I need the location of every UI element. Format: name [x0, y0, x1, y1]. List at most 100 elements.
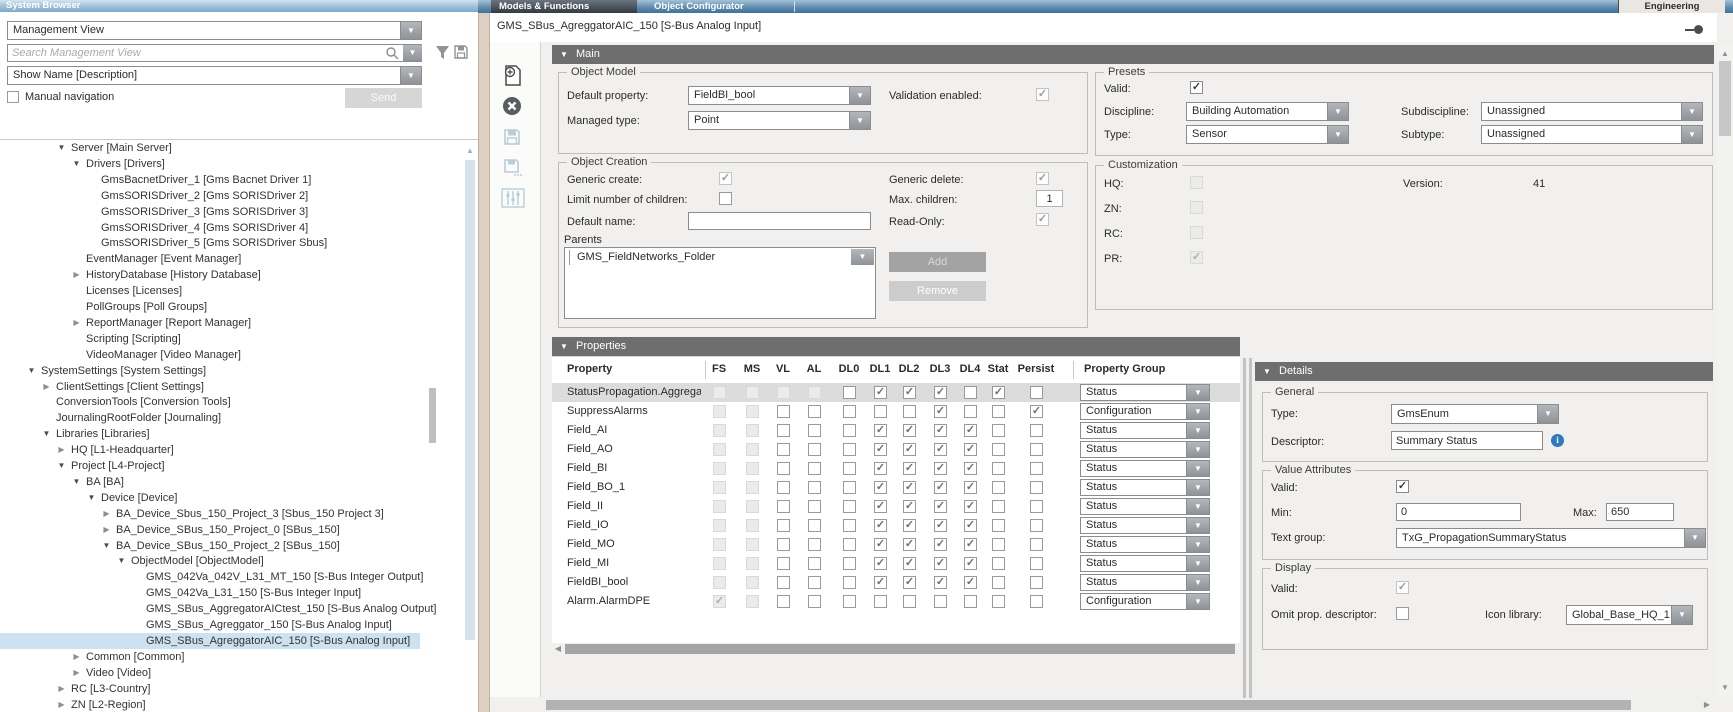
tree-expand-icon[interactable]: ▶: [55, 681, 68, 697]
tree-expand-icon[interactable]: ▶: [70, 267, 83, 283]
chevron-down-icon[interactable]: ▼: [1186, 442, 1209, 457]
icon-library-dropdown[interactable]: Global_Base_HQ_1 ▼: [1566, 605, 1693, 625]
property-flag-checkbox[interactable]: [843, 538, 856, 551]
property-row[interactable]: Field_IOStatus▼: [552, 516, 1240, 535]
chevron-down-icon[interactable]: ▼: [1186, 575, 1209, 590]
property-flag-checkbox[interactable]: [934, 424, 947, 437]
property-flag-checkbox[interactable]: [843, 386, 856, 399]
tree-item[interactable]: ▶ReportManager [Report Manager]: [0, 315, 462, 331]
search-options-chevron-icon[interactable]: ▼: [403, 45, 422, 61]
tab-engineering[interactable]: Engineering: [1618, 0, 1725, 13]
property-flag-checkbox[interactable]: [777, 443, 790, 456]
main-vscrollbar-thumb[interactable]: [1719, 61, 1731, 136]
property-flag-checkbox[interactable]: [1030, 576, 1043, 589]
tree-item[interactable]: ▼Drivers [Drivers]: [0, 156, 462, 172]
discipline-dropdown[interactable]: Building Automation ▼: [1186, 102, 1349, 121]
column-header[interactable]: FS: [712, 363, 726, 375]
subtype-dropdown[interactable]: Unassigned ▼: [1481, 125, 1703, 144]
property-flag-checkbox[interactable]: [964, 405, 977, 418]
property-flag-checkbox[interactable]: [1030, 519, 1043, 532]
property-flag-checkbox[interactable]: [992, 481, 1005, 494]
tree-collapse-icon[interactable]: ▼: [25, 363, 38, 379]
chevron-down-icon[interactable]: ▼: [1186, 404, 1209, 419]
property-row[interactable]: Alarm.AlarmDPEConfiguration▼: [552, 592, 1240, 611]
tree-expand-icon[interactable]: ▶: [100, 506, 113, 522]
tree-item[interactable]: ▶BA_Device_SBus_150_Project_0 [SBus_150]: [0, 522, 462, 538]
property-flag-checkbox[interactable]: [964, 424, 977, 437]
tree-item[interactable]: GMS_SBus_Agreggator_150 [S-Bus Analog In…: [0, 617, 462, 633]
property-flag-checkbox[interactable]: [808, 424, 821, 437]
chevron-down-icon[interactable]: ▼: [400, 67, 421, 84]
column-header[interactable]: VL: [776, 363, 790, 375]
property-flag-checkbox[interactable]: [964, 538, 977, 551]
property-flag-checkbox[interactable]: [1030, 557, 1043, 570]
column-header[interactable]: DL2: [899, 363, 920, 375]
property-flag-checkbox[interactable]: [874, 500, 887, 513]
chevron-down-icon[interactable]: ▼: [849, 112, 870, 129]
property-flag-checkbox[interactable]: [874, 405, 887, 418]
scroll-up-icon[interactable]: ▲: [1717, 49, 1733, 59]
chevron-down-icon[interactable]: ▼: [1186, 385, 1209, 400]
property-flag-checkbox[interactable]: [874, 595, 887, 608]
property-group-dropdown[interactable]: Status▼: [1080, 574, 1210, 591]
property-flag-checkbox[interactable]: [777, 557, 790, 570]
tree-collapse-icon[interactable]: ▼: [70, 156, 83, 172]
chevron-down-icon[interactable]: ▼: [1327, 126, 1348, 143]
tree-item[interactable]: GmsSORISDriver_5 [Gms SORISDriver Sbus]: [0, 235, 462, 251]
property-flag-checkbox[interactable]: [808, 557, 821, 570]
property-flag-checkbox[interactable]: [934, 443, 947, 456]
property-flag-checkbox[interactable]: [964, 519, 977, 532]
chevron-down-icon[interactable]: ▼: [849, 87, 870, 104]
property-group-dropdown[interactable]: Status▼: [1080, 384, 1210, 401]
column-header[interactable]: AL: [807, 363, 822, 375]
property-flag-checkbox[interactable]: [808, 576, 821, 589]
tree-item[interactable]: GMS_042Va_L31_150 [S-Bus Integer Input]: [0, 585, 462, 601]
main-vscrollbar[interactable]: ▲ ▼: [1717, 45, 1733, 697]
text-group-dropdown[interactable]: TxG_PropagationSummaryStatus ▼: [1396, 528, 1706, 548]
omit-descriptor-checkbox[interactable]: [1396, 607, 1409, 620]
property-flag-checkbox[interactable]: [992, 576, 1005, 589]
tree-collapse-icon[interactable]: ▼: [55, 140, 68, 156]
max-children-input[interactable]: [1036, 190, 1063, 207]
limit-children-checkbox[interactable]: [719, 192, 732, 205]
property-flag-checkbox[interactable]: [903, 595, 916, 608]
delete-object-icon[interactable]: [502, 96, 522, 119]
tree-item[interactable]: ▶ZN [L2-Region]: [0, 697, 462, 712]
tree-collapse-icon[interactable]: ▼: [85, 490, 98, 506]
tab-models-functions[interactable]: Models & Functions: [491, 0, 637, 13]
tree-item[interactable]: GmsSORISDriver_4 [Gms SORISDriver 4]: [0, 220, 462, 236]
property-row[interactable]: Field_MIStatus▼: [552, 554, 1240, 573]
chevron-down-icon[interactable]: ▼: [400, 22, 421, 39]
tree-item[interactable]: JournalingRootFolder [Journaling]: [0, 410, 462, 426]
display-mode-dropdown[interactable]: Show Name [Description] ▼: [7, 66, 422, 85]
property-group-dropdown[interactable]: Status▼: [1080, 498, 1210, 515]
tree-item[interactable]: ▶HQ [L1-Headquarter]: [0, 442, 462, 458]
chevron-down-icon[interactable]: ▼: [1537, 405, 1558, 423]
property-flag-checkbox[interactable]: [777, 595, 790, 608]
section-main-header[interactable]: ▼Main: [552, 45, 1714, 64]
property-flag-checkbox[interactable]: [903, 386, 916, 399]
property-flag-checkbox[interactable]: [808, 462, 821, 475]
property-flag-checkbox[interactable]: [964, 481, 977, 494]
property-row[interactable]: Field_AOStatus▼: [552, 440, 1240, 459]
property-flag-checkbox[interactable]: [964, 443, 977, 456]
collapse-properties-icon[interactable]: ▼: [552, 337, 576, 356]
property-group-dropdown[interactable]: Configuration▼: [1080, 593, 1210, 610]
add-parent-button[interactable]: Add: [889, 252, 986, 272]
preset-type-dropdown[interactable]: Sensor ▼: [1186, 125, 1349, 144]
main-hscrollbar-thumb[interactable]: [546, 700, 1631, 710]
tree-item[interactable]: ▼Project [L4-Project]: [0, 458, 462, 474]
tree-expand-icon[interactable]: ▶: [40, 379, 53, 395]
property-flag-checkbox[interactable]: [808, 519, 821, 532]
tree-item[interactable]: ▶Video [Video]: [0, 665, 462, 681]
tree-scrollbar-thumb[interactable]: [429, 388, 436, 443]
collapse-details-icon[interactable]: ▼: [1255, 362, 1279, 381]
property-flag-checkbox[interactable]: [934, 481, 947, 494]
tree-item[interactable]: Scripting [Scripting]: [0, 331, 462, 347]
property-flag-checkbox[interactable]: [777, 462, 790, 475]
property-row[interactable]: Field_BO_1Status▼: [552, 478, 1240, 497]
tree-expand-icon[interactable]: ▶: [55, 442, 68, 458]
tree-item[interactable]: ▶RC [L3-Country]: [0, 681, 462, 697]
property-flag-checkbox[interactable]: [843, 519, 856, 532]
property-row[interactable]: StatusPropagation.AggregatStatus▼: [552, 383, 1240, 402]
